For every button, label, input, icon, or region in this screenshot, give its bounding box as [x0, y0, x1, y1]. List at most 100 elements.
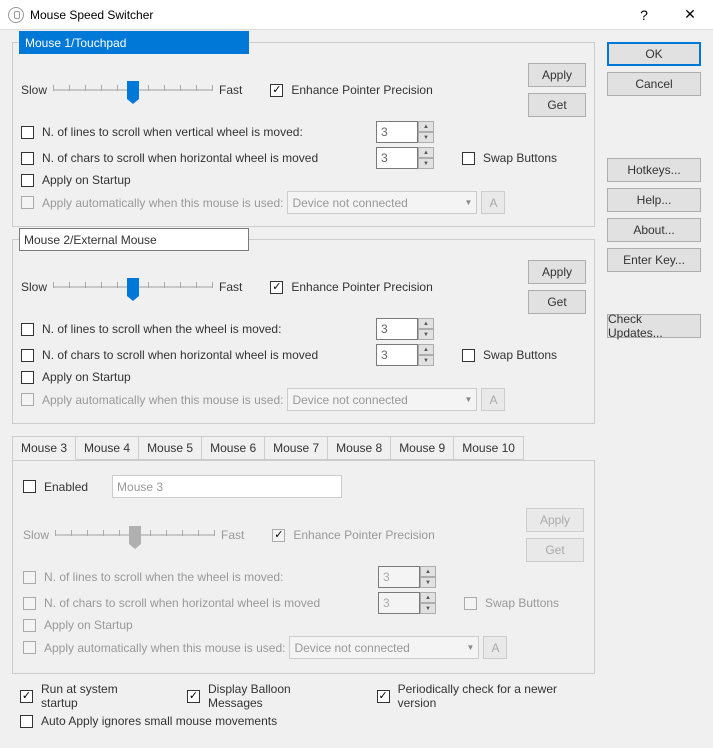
mouse1-apply-button[interactable]: Apply	[528, 63, 586, 87]
mouse2-startup-label: Apply on Startup	[42, 370, 131, 384]
mouse2-lines-checkbox[interactable]	[21, 323, 34, 336]
run-startup-label: Run at system startup	[41, 682, 151, 710]
mouse3-apply-button: Apply	[526, 508, 584, 532]
tab-mouse-6[interactable]: Mouse 6	[201, 436, 265, 460]
fast-label: Fast	[219, 83, 242, 97]
mouse3-device-dropdown: Device not connected▼	[289, 636, 479, 659]
mouse3-lines-spinner: ▲▼	[378, 566, 436, 588]
auto-apply-label: Auto Apply ignores small mouse movements	[41, 714, 277, 728]
mouse2-device-dropdown: Device not connected▼	[287, 388, 477, 411]
mouse3-speed-slider	[55, 520, 215, 550]
mouse2-a-button: A	[481, 388, 505, 411]
mouse3-swap-label: Swap Buttons	[485, 596, 559, 610]
mouse2-chars-spinner[interactable]: ▲▼	[376, 344, 434, 366]
chevron-down-icon: ▼	[465, 395, 473, 404]
fast-label: Fast	[221, 528, 244, 542]
about-button[interactable]: About...	[607, 218, 701, 242]
mouse2-enhance-checkbox[interactable]	[270, 281, 283, 294]
down-arrow-icon[interactable]: ▼	[418, 355, 434, 366]
mouse2-get-button[interactable]: Get	[528, 290, 586, 314]
up-arrow-icon: ▲	[420, 566, 436, 577]
check-updates-button[interactable]: Check Updates...	[607, 314, 701, 338]
help-button[interactable]: ?	[621, 0, 667, 30]
mouse1-swap-label: Swap Buttons	[483, 151, 557, 165]
mouse2-lines-label: N. of lines to scroll when the wheel is …	[42, 322, 372, 336]
down-arrow-icon[interactable]: ▼	[418, 158, 434, 169]
mouse3-enhance-label: Enhance Pointer Precision	[293, 528, 434, 542]
mouse-tabs: Mouse 3 Mouse 4 Mouse 5 Mouse 6 Mouse 7 …	[12, 436, 595, 461]
mouse3-startup-checkbox	[23, 619, 36, 632]
fast-label: Fast	[219, 280, 242, 294]
mouse1-chars-label: N. of chars to scroll when horizontal wh…	[42, 151, 372, 165]
auto-apply-checkbox[interactable]	[20, 715, 33, 728]
mouse2-speed-slider[interactable]	[53, 272, 213, 302]
mouse2-apply-button[interactable]: Apply	[528, 260, 586, 284]
titlebar: Mouse Speed Switcher ? ✕	[0, 0, 713, 30]
up-arrow-icon[interactable]: ▲	[418, 121, 434, 132]
mouse1-get-button[interactable]: Get	[528, 93, 586, 117]
cancel-button[interactable]: Cancel	[607, 72, 701, 96]
mouse2-swap-label: Swap Buttons	[483, 348, 557, 362]
up-arrow-icon[interactable]: ▲	[418, 318, 434, 329]
mouse2-lines-spinner[interactable]: ▲▼	[376, 318, 434, 340]
balloon-checkbox[interactable]	[187, 690, 200, 703]
mouse1-auto-label: Apply automatically when this mouse is u…	[42, 196, 283, 210]
mouse2-auto-checkbox	[21, 393, 34, 406]
mouse2-chars-checkbox[interactable]	[21, 349, 34, 362]
mouse1-device-dropdown: Device not connected▼	[287, 191, 477, 214]
mouse1-enhance-label: Enhance Pointer Precision	[291, 83, 432, 97]
check-version-checkbox[interactable]	[377, 690, 390, 703]
ok-button[interactable]: OK	[607, 42, 701, 66]
mouse1-enhance-checkbox[interactable]	[270, 84, 283, 97]
up-arrow-icon[interactable]: ▲	[418, 147, 434, 158]
mouse1-lines-spinner[interactable]: ▲▼	[376, 121, 434, 143]
mouse2-name-input[interactable]	[19, 228, 249, 251]
mouse1-lines-checkbox[interactable]	[21, 126, 34, 139]
check-version-label: Periodically check for a newer version	[398, 682, 587, 710]
tab-mouse-9[interactable]: Mouse 9	[390, 436, 454, 460]
run-startup-checkbox[interactable]	[20, 690, 33, 703]
mouse3-enabled-checkbox[interactable]	[23, 480, 36, 493]
hotkeys-button[interactable]: Hotkeys...	[607, 158, 701, 182]
down-arrow-icon[interactable]: ▼	[418, 329, 434, 340]
mouse3-lines-checkbox	[23, 571, 36, 584]
app-icon	[8, 7, 24, 23]
tab-mouse-10[interactable]: Mouse 10	[453, 436, 524, 460]
mouse3-chars-checkbox	[23, 597, 36, 610]
mouse1-section: Slow Fast Enhance Pointer Precision Appl…	[12, 42, 595, 227]
mouse1-chars-spinner[interactable]: ▲▼	[376, 147, 434, 169]
mouse3-get-button: Get	[526, 538, 584, 562]
mouse3-auto-checkbox	[23, 641, 36, 654]
mouse3-startup-label: Apply on Startup	[44, 618, 133, 632]
balloon-label: Display Balloon Messages	[208, 682, 340, 710]
tab-mouse-5[interactable]: Mouse 5	[138, 436, 202, 460]
down-arrow-icon[interactable]: ▼	[418, 132, 434, 143]
mouse2-startup-checkbox[interactable]	[21, 371, 34, 384]
slow-label: Slow	[21, 83, 47, 97]
tab-mouse-8[interactable]: Mouse 8	[327, 436, 391, 460]
tab-mouse-4[interactable]: Mouse 4	[75, 436, 139, 460]
mouse2-chars-label: N. of chars to scroll when horizontal wh…	[42, 348, 372, 362]
mouse1-startup-checkbox[interactable]	[21, 174, 34, 187]
mouse1-name-input[interactable]	[19, 31, 249, 54]
mouse3-auto-label: Apply automatically when this mouse is u…	[44, 641, 285, 655]
mouse1-chars-checkbox[interactable]	[21, 152, 34, 165]
mouse2-auto-label: Apply automatically when this mouse is u…	[42, 393, 283, 407]
help-button[interactable]: Help...	[607, 188, 701, 212]
slow-label: Slow	[21, 280, 47, 294]
mouse3-lines-label: N. of lines to scroll when the wheel is …	[44, 570, 374, 584]
mouse2-swap-checkbox[interactable]	[462, 349, 475, 362]
tab-mouse-3[interactable]: Mouse 3	[12, 436, 76, 460]
mouse1-speed-slider[interactable]	[53, 75, 213, 105]
enter-key-button[interactable]: Enter Key...	[607, 248, 701, 272]
chevron-down-icon: ▼	[467, 643, 475, 652]
mouse2-section: Slow Fast Enhance Pointer Precision Appl…	[12, 239, 595, 424]
down-arrow-icon: ▼	[420, 577, 436, 588]
mouse1-swap-checkbox[interactable]	[462, 152, 475, 165]
tab-mouse-7[interactable]: Mouse 7	[264, 436, 328, 460]
mouse3-a-button: A	[483, 636, 507, 659]
bottom-options: Run at system startup Display Balloon Me…	[12, 674, 595, 736]
up-arrow-icon[interactable]: ▲	[418, 344, 434, 355]
close-button[interactable]: ✕	[667, 0, 713, 30]
chevron-down-icon: ▼	[465, 198, 473, 207]
